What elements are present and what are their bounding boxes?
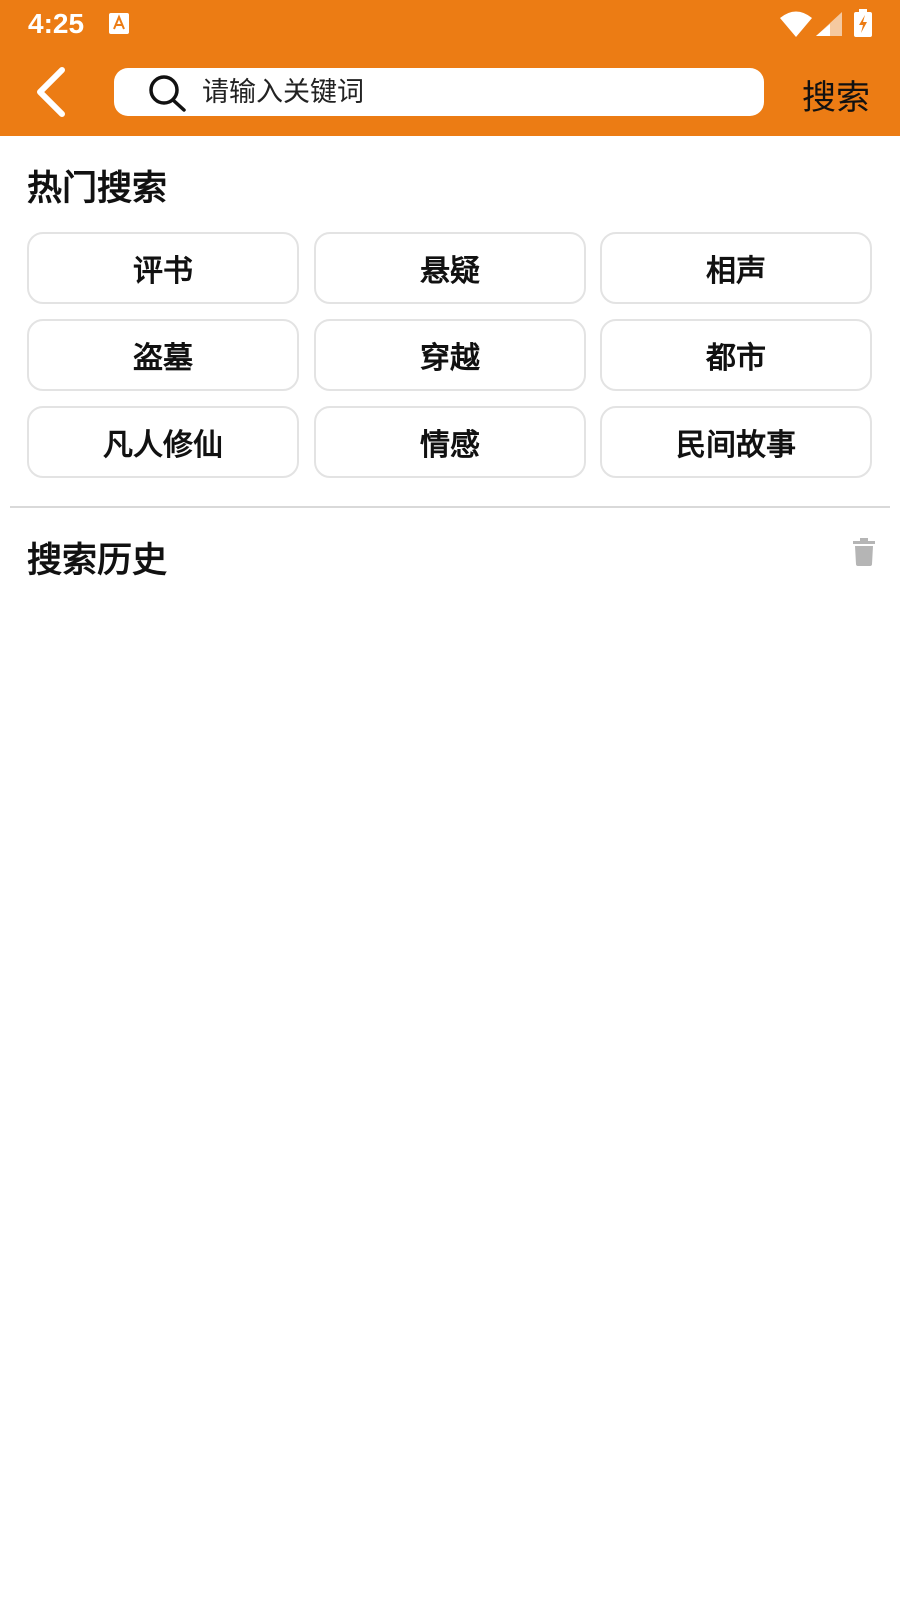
battery-charging-icon [854,9,872,37]
a-store-icon [109,13,129,34]
section-divider [10,506,890,508]
hot-tag[interactable]: 都市 [600,319,872,391]
status-bar: 4:25 [0,0,900,50]
chevron-left-icon[interactable] [26,62,78,122]
wifi-icon [780,11,812,37]
hot-tag[interactable]: 情感 [314,406,586,478]
hot-tag[interactable]: 相声 [600,232,872,304]
hot-tag[interactable]: 民间故事 [600,406,872,478]
trash-icon[interactable] [852,538,876,566]
search-icon [149,75,186,112]
hot-search-title: 热门搜索 [27,169,168,209]
hot-tag[interactable]: 评书 [27,232,299,304]
search-button[interactable]: 搜索 [802,70,870,119]
search-history-title: 搜索历史 [27,541,168,581]
search-input[interactable] [202,68,742,116]
hot-tag[interactable]: 凡人修仙 [27,406,299,478]
hot-tag[interactable]: 盗墓 [27,319,299,391]
signal-icon [816,12,842,36]
status-time: 4:25 [28,8,85,39]
app-header: 4:25 搜索 [0,0,900,136]
search-box[interactable] [114,68,764,116]
hot-tag[interactable]: 穿越 [314,319,586,391]
hot-tag[interactable]: 悬疑 [314,232,586,304]
